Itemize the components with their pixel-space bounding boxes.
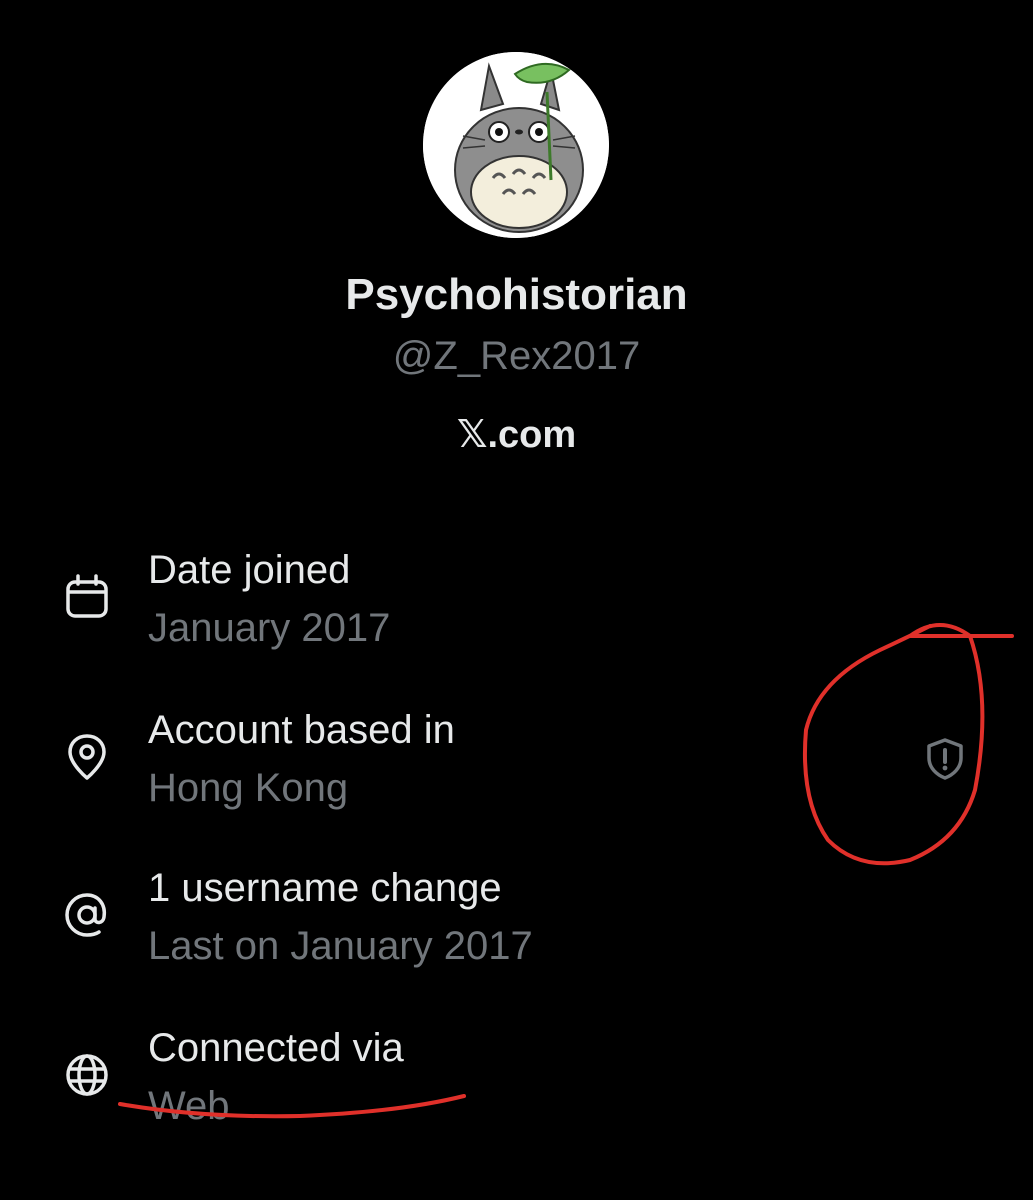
row-title: 1 username change xyxy=(148,866,502,910)
row-title: Account based in xyxy=(148,708,455,752)
at-sign-icon xyxy=(60,888,114,942)
calendar-icon xyxy=(60,570,114,624)
site-label: 𝕏.com xyxy=(456,414,577,456)
totoro-avatar-image xyxy=(423,52,609,238)
profile-avatar[interactable] xyxy=(423,52,609,238)
display-name: Psychohistorian xyxy=(345,270,688,319)
shield-alert-icon[interactable] xyxy=(922,736,968,782)
info-row-connected-via: Connected via Web xyxy=(60,1026,980,1146)
globe-icon xyxy=(60,1048,114,1102)
row-title: Date joined xyxy=(148,548,351,592)
info-row-account-location: Account based in Hong Kong xyxy=(60,708,980,828)
row-value: Last on January 2017 xyxy=(148,924,533,968)
row-title: Connected via xyxy=(148,1026,404,1070)
info-row-username-change: 1 username change Last on January 2017 xyxy=(60,866,980,986)
info-row-date-joined: Date joined January 2017 xyxy=(60,548,980,668)
location-pin-icon xyxy=(60,730,114,784)
row-value: January 2017 xyxy=(148,606,391,650)
user-handle: @Z_Rex2017 xyxy=(392,334,641,378)
row-value: Web xyxy=(148,1084,230,1128)
row-value: Hong Kong xyxy=(148,766,349,810)
